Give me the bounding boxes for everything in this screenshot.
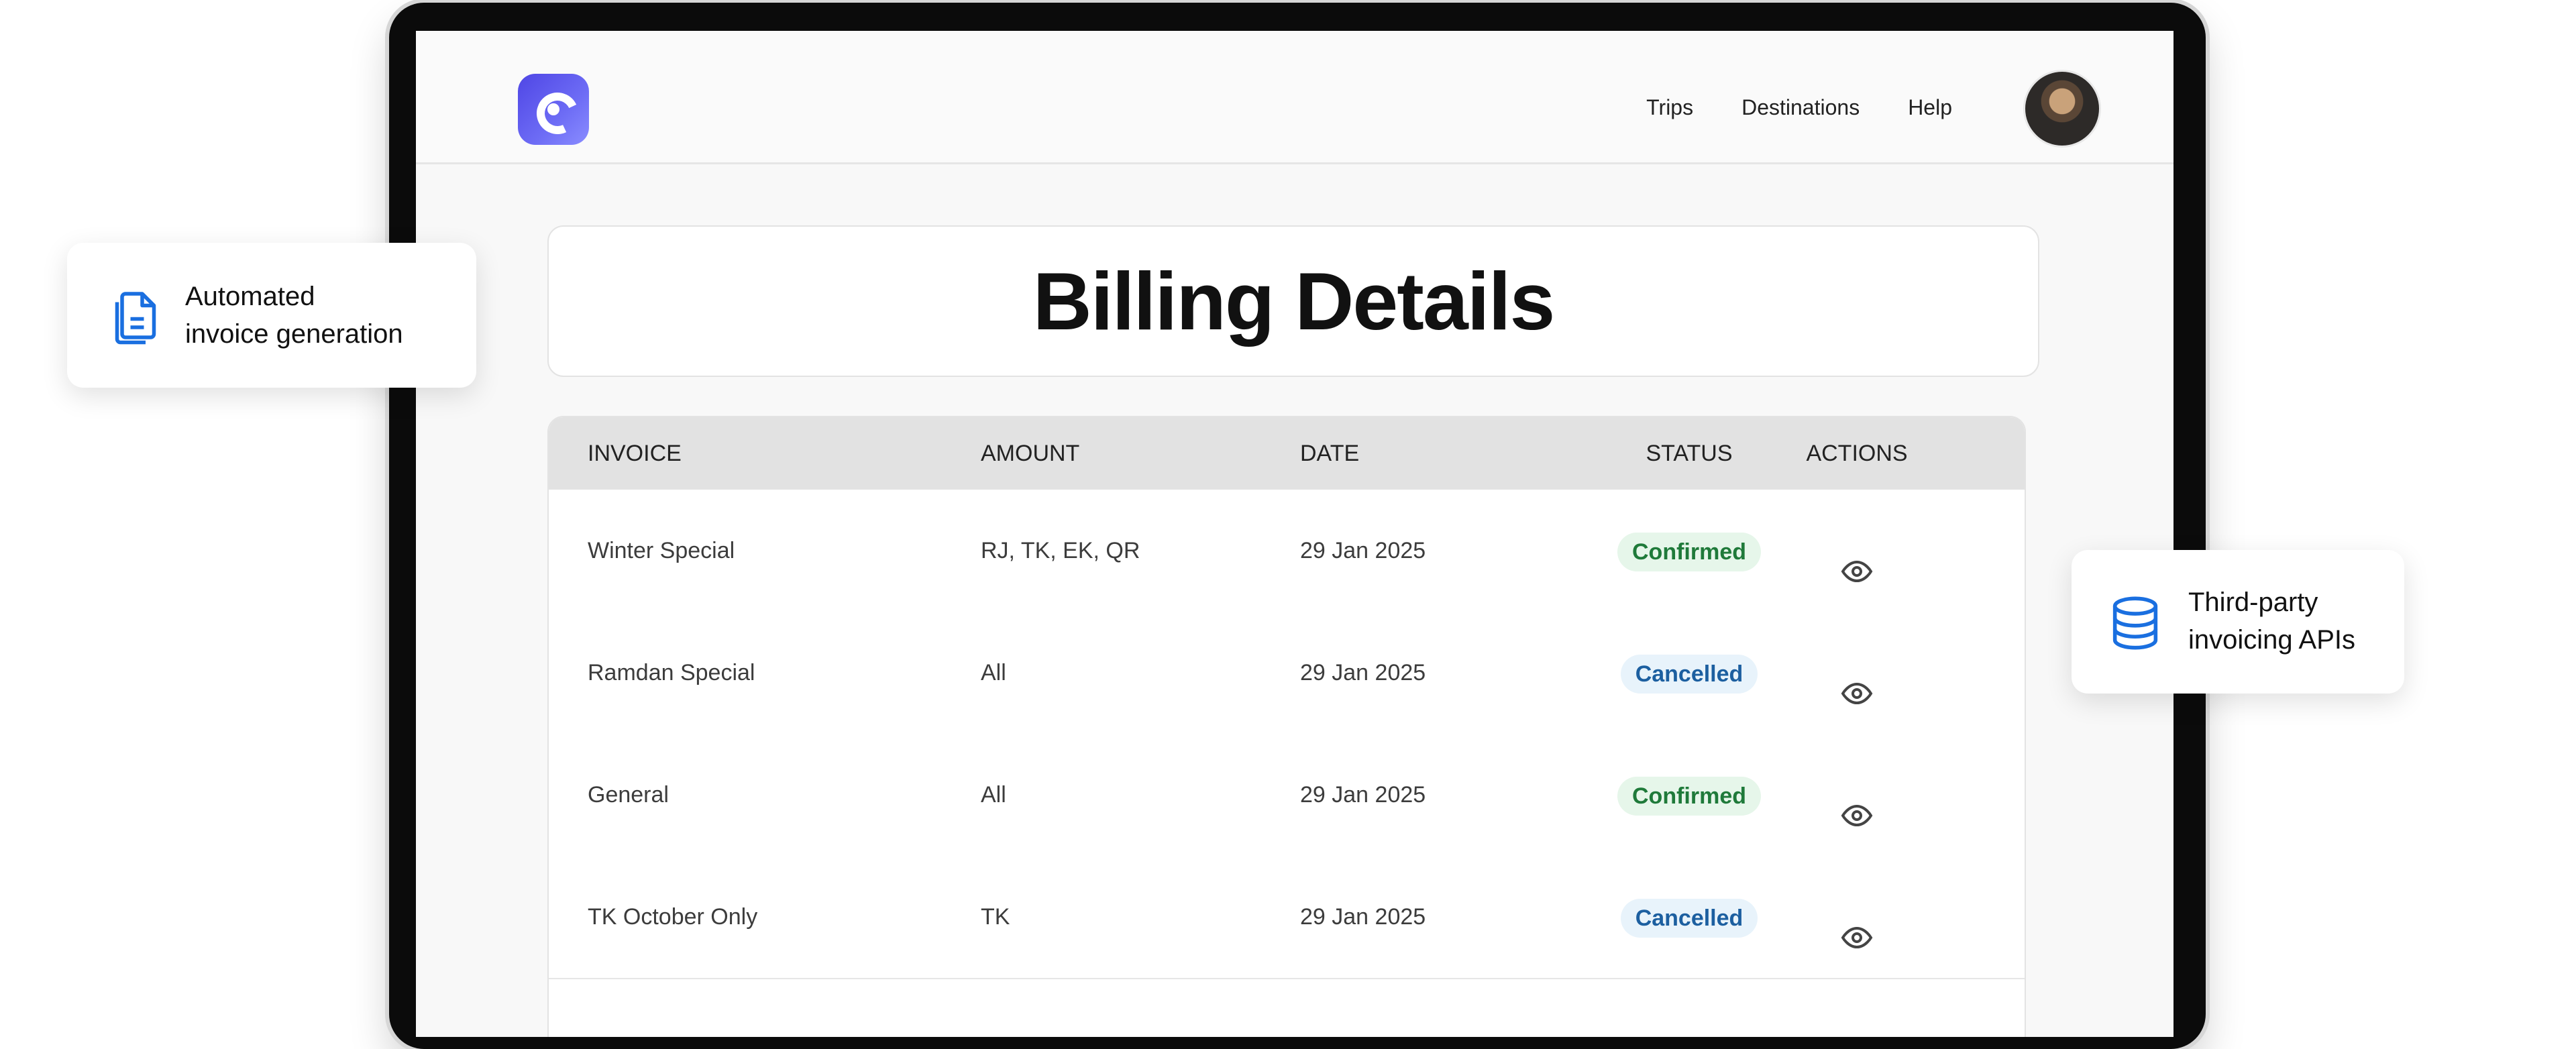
billing-table: INVOICE AMOUNT DATE STATUS ACTIONS Winte… [547,416,2026,1037]
logo-dot [547,103,559,115]
feature-text: Third-party invoicing APIs [2188,584,2355,659]
header-date: DATE [1300,441,1360,466]
eye-icon [1841,804,1873,826]
invoice-date: 29 Jan 2025 [1300,904,1426,930]
header-amount: AMOUNT [981,441,1080,466]
invoice-date: 29 Jan 2025 [1300,538,1426,563]
actions-cell [1723,856,1991,978]
feature-line: invoicing APIs [2188,625,2356,655]
header-actions: ACTIONS [1806,441,1908,466]
nav-links: Trips Destinations Help [1646,95,1952,120]
nav-link-trips[interactable]: Trips [1646,95,1693,120]
feature-line: Automated [185,282,315,311]
table-header: INVOICE AMOUNT DATE STATUS ACTIONS [549,417,2025,490]
nav-link-destinations[interactable]: Destinations [1741,95,1860,120]
nav-link-help[interactable]: Help [1908,95,1952,120]
invoice-name: Ramdan Special [588,660,755,685]
invoice-date: 29 Jan 2025 [1300,782,1426,808]
top-navbar: Trips Destinations Help [416,31,2174,164]
actions-cell [1723,734,1991,856]
header-invoice: INVOICE [588,441,682,466]
feature-card-invoicing-apis: Third-party invoicing APIs [2072,550,2404,694]
invoice-name: General [588,782,669,808]
invoice-amount: TK [981,904,1010,930]
feature-card-invoice-generation: Automated invoice generation [67,243,476,388]
feature-line: Third-party [2188,588,2318,617]
actions-cell [1723,490,1991,612]
eye-icon [1841,560,1873,582]
table-row: Winter Special RJ, TK, EK, QR 29 Jan 202… [549,490,2025,613]
table-row: TK October Only TK 29 Jan 2025 Cancelled [549,856,2025,979]
view-invoice-button[interactable] [1837,673,1877,714]
page-title: Billing Details [1032,256,1556,347]
actions-cell [1723,612,1991,734]
view-invoice-button[interactable] [1837,795,1877,836]
eye-icon [1841,926,1873,948]
invoice-name: TK October Only [588,904,758,930]
invoice-amount: All [981,782,1006,808]
user-avatar[interactable] [2023,70,2101,148]
table-row: General All 29 Jan 2025 Confirmed [549,734,2025,857]
view-invoice-button[interactable] [1837,551,1877,592]
table-row: Ramdan Special All 29 Jan 2025 Cancelled [549,612,2025,735]
invoice-amount: RJ, TK, EK, QR [981,538,1140,563]
title-card: Billing Details [547,225,2039,377]
app-screen: Trips Destinations Help Billing Details … [416,31,2174,1037]
view-invoice-button[interactable] [1837,918,1877,958]
invoice-name: Winter Special [588,538,735,563]
feature-text: Automated invoice generation [185,278,403,353]
database-icon [2112,596,2158,650]
invoice-date: 29 Jan 2025 [1300,660,1426,685]
document-icon [115,292,156,345]
app-logo[interactable] [518,74,589,145]
eye-icon [1841,682,1873,704]
feature-line: invoice generation [185,319,403,349]
invoice-amount: All [981,660,1006,685]
